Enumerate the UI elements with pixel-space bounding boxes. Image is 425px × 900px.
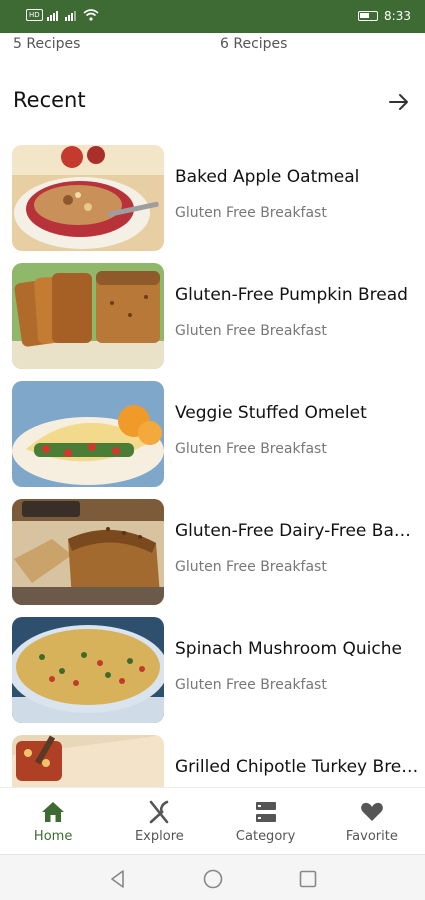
recipe-counts-row: 5 Recipes 6 Recipes [0, 33, 425, 63]
status-bar: HD 8:33 [0, 0, 425, 33]
signal-icon [64, 11, 76, 21]
recipe-image [12, 145, 164, 251]
system-nav-bar [0, 854, 425, 900]
recipe-category: Gluten Free Breakfast [175, 323, 327, 339]
recipe-image [12, 263, 164, 369]
nav-label: Explore [134, 829, 184, 844]
recents-icon[interactable] [296, 867, 320, 891]
battery-icon [358, 11, 379, 21]
recipe-image [12, 499, 164, 605]
nav-label: Home [33, 829, 73, 844]
recipe-image [12, 735, 164, 787]
nav-label: Category [235, 829, 296, 844]
recipe-title: Gluten-Free Pumpkin Bread [175, 285, 408, 305]
recipe-category: Gluten Free Breakfast [175, 677, 327, 693]
status-time: 8:33 [384, 9, 411, 23]
category-icon [255, 802, 276, 822]
bottom-nav: Home Explore Category Favorite [0, 787, 425, 854]
recipe-title: Baked Apple Oatmeal [175, 167, 360, 187]
recipe-title: Spinach Mushroom Quiche [175, 639, 402, 659]
recipe-image [12, 617, 164, 723]
recipe-title: Veggie Stuffed Omelet [175, 403, 367, 423]
list-item[interactable]: Veggie Stuffed Omelet Gluten Free Breakf… [0, 381, 425, 487]
signal-icon [46, 11, 58, 21]
nav-category[interactable]: Category [213, 788, 319, 854]
nav-label: Favorite [345, 829, 398, 844]
list-item[interactable]: Spinach Mushroom Quiche Gluten Free Brea… [0, 617, 425, 723]
home-circle-icon[interactable] [201, 867, 225, 891]
recipe-title: Gluten-Free Dairy-Free Banana Bread [175, 521, 420, 541]
fork-knife-icon [150, 800, 169, 824]
home-icon [42, 802, 65, 822]
list-item[interactable]: Gluten-Free Pumpkin Bread Gluten Free Br… [0, 263, 425, 369]
list-item[interactable]: Gluten-Free Dairy-Free Banana Bread Glut… [0, 499, 425, 605]
back-icon[interactable] [106, 867, 130, 891]
list-item[interactable]: Baked Apple Oatmeal Gluten Free Breakfas… [0, 145, 425, 251]
recipe-title: Grilled Chipotle Turkey Breast [175, 757, 420, 777]
nav-home[interactable]: Home [0, 788, 106, 854]
sim-badge-icon: HD [26, 9, 43, 21]
nav-favorite[interactable]: Favorite [319, 788, 425, 854]
status-left: HD [26, 9, 99, 21]
recent-recipe-list: Baked Apple Oatmeal Gluten Free Breakfas… [0, 145, 425, 787]
recipe-category: Gluten Free Breakfast [175, 559, 327, 575]
nav-explore[interactable]: Explore [106, 788, 212, 854]
recent-title: Recent [13, 88, 86, 112]
recipe-image [12, 381, 164, 487]
recipe-count-right: 6 Recipes [220, 36, 288, 52]
arrow-right-icon[interactable] [387, 90, 411, 114]
wifi-icon [83, 9, 99, 21]
recent-header: Recent [0, 82, 425, 122]
recipe-category: Gluten Free Breakfast [175, 441, 327, 457]
list-item[interactable]: Grilled Chipotle Turkey Breast [0, 735, 425, 787]
status-right: 8:33 [358, 9, 411, 23]
recipe-category: Gluten Free Breakfast [175, 205, 327, 221]
recipe-count-left: 5 Recipes [13, 36, 81, 52]
heart-icon [361, 802, 383, 821]
